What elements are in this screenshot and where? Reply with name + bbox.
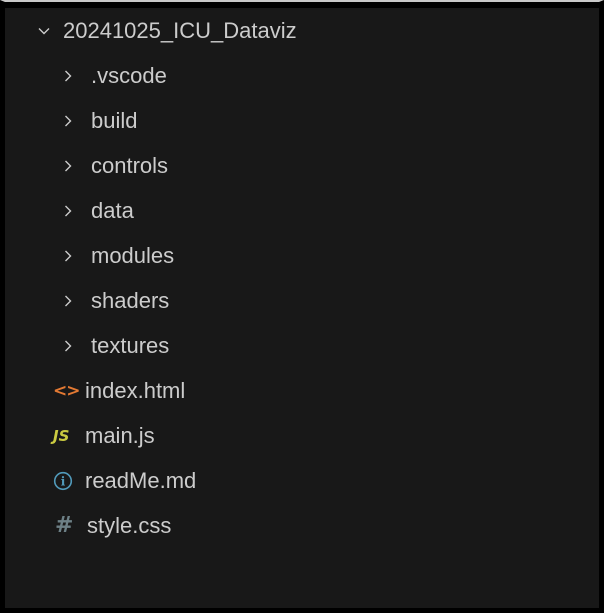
chevron-right-icon — [61, 294, 75, 308]
folder-label: .vscode — [91, 62, 167, 88]
tree-folder-controls[interactable]: controls — [5, 143, 599, 188]
tree-folder-vscode[interactable]: .vscode — [5, 53, 599, 98]
tree-root-folder[interactable]: 20241025_ICU_Dataviz — [5, 8, 599, 53]
chevron-right-icon — [61, 204, 75, 218]
tree-file-style-css[interactable]: # style.css — [5, 503, 599, 548]
chevron-right-icon — [61, 114, 75, 128]
tree-folder-textures[interactable]: textures — [5, 323, 599, 368]
info-icon: i — [53, 471, 81, 491]
chevron-down-icon — [37, 24, 51, 38]
tree-folder-data[interactable]: data — [5, 188, 599, 233]
file-label: main.js — [85, 422, 155, 448]
file-label: readMe.md — [85, 467, 197, 493]
chevron-right-icon — [61, 159, 75, 173]
folder-label: build — [91, 107, 138, 133]
folder-label: textures — [91, 332, 170, 358]
file-label: index.html — [85, 377, 186, 403]
folder-label: controls — [91, 152, 169, 178]
js-icon: JS — [53, 426, 70, 445]
root-folder-label: 20241025_ICU_Dataviz — [63, 17, 297, 43]
folder-label: data — [91, 197, 134, 223]
folder-label: modules — [91, 242, 175, 268]
chevron-right-icon — [61, 339, 75, 353]
chevron-right-icon — [61, 249, 75, 263]
tree-file-index-html[interactable]: <> index.html — [5, 368, 599, 413]
tree-file-main-js[interactable]: JS main.js — [5, 413, 599, 458]
tree-folder-shaders[interactable]: shaders — [5, 278, 599, 323]
file-tree: 20241025_ICU_Dataviz .vscode build contr… — [5, 8, 599, 548]
hash-icon: # — [55, 513, 74, 538]
tree-folder-build[interactable]: build — [5, 98, 599, 143]
tree-file-readme-md[interactable]: i readMe.md — [5, 458, 599, 503]
chevron-right-icon — [61, 69, 75, 83]
explorer-panel: 20241025_ICU_Dataviz .vscode build contr… — [0, 0, 604, 613]
html-icon: <> — [53, 380, 81, 401]
file-label: style.css — [87, 512, 172, 538]
info-glyph: i — [61, 474, 66, 488]
tree-folder-modules[interactable]: modules — [5, 233, 599, 278]
folder-label: shaders — [91, 287, 170, 313]
